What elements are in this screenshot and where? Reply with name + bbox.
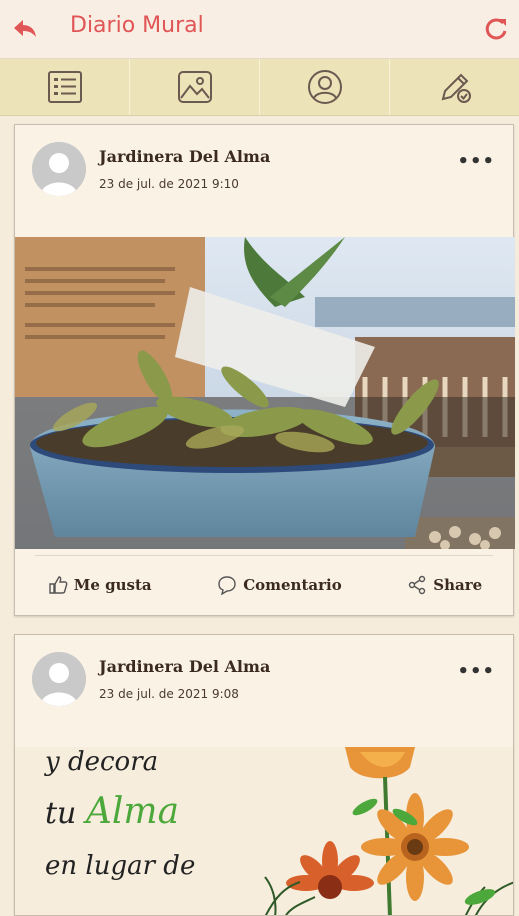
back-icon[interactable] <box>10 14 40 44</box>
edit-icon <box>441 73 471 103</box>
comment-icon <box>218 576 236 595</box>
tab-gallery[interactable] <box>130 59 260 115</box>
poster-highlight-word: Alma <box>85 791 180 832</box>
like-label: Me gusta <box>73 576 152 594</box>
more-options-icon[interactable]: ••• <box>457 661 495 682</box>
post-image[interactable]: y decora tu Alma en lugar de <box>15 747 513 915</box>
post-card: Jardinera Del Alma 23 de jul. de 2021 9:… <box>14 634 514 916</box>
post-photo[interactable] <box>15 237 515 549</box>
divider <box>35 555 493 556</box>
tab-bar <box>0 59 519 116</box>
comment-button[interactable]: Comentario <box>217 575 342 595</box>
default-avatar-icon <box>32 142 86 196</box>
poster-line-2-prefix: tu <box>45 796 86 831</box>
avatar[interactable] <box>32 142 86 196</box>
poster-line-3: en lugar de <box>45 851 196 881</box>
user-icon <box>307 70 342 104</box>
poster-line-1: y decora <box>45 747 159 777</box>
app-header: Diario Mural <box>0 0 519 59</box>
comment-label: Comentario <box>243 576 342 594</box>
post-date: 23 de jul. de 2021 9:08 <box>99 687 239 701</box>
page-title: Diario Mural <box>70 13 204 38</box>
list-icon <box>47 71 82 103</box>
post-card: Jardinera Del Alma 23 de jul. de 2021 9:… <box>14 124 515 616</box>
share-button[interactable]: Share <box>407 575 482 595</box>
image-icon <box>177 71 212 103</box>
post-author[interactable]: Jardinera Del Alma <box>99 657 270 676</box>
tab-edit[interactable] <box>390 59 519 115</box>
post-date: 23 de jul. de 2021 9:10 <box>99 177 239 191</box>
like-button[interactable]: Me gusta <box>48 575 152 595</box>
share-label: Share <box>433 576 483 594</box>
poster-line-2: tu Alma <box>45 791 179 832</box>
post-actions: Me gusta Comentario Share <box>15 565 515 605</box>
tab-profile[interactable] <box>260 59 390 115</box>
refresh-icon[interactable] <box>481 14 511 44</box>
avatar[interactable] <box>32 652 86 706</box>
feed: Jardinera Del Alma 23 de jul. de 2021 9:… <box>14 124 515 916</box>
thumbs-up-icon <box>49 576 68 594</box>
tab-list[interactable] <box>0 59 130 115</box>
default-avatar-icon <box>32 652 86 706</box>
tea-leaves-photo <box>15 237 515 549</box>
share-icon <box>409 575 426 595</box>
post-author[interactable]: Jardinera Del Alma <box>99 147 270 166</box>
more-options-icon[interactable]: ••• <box>457 151 495 172</box>
